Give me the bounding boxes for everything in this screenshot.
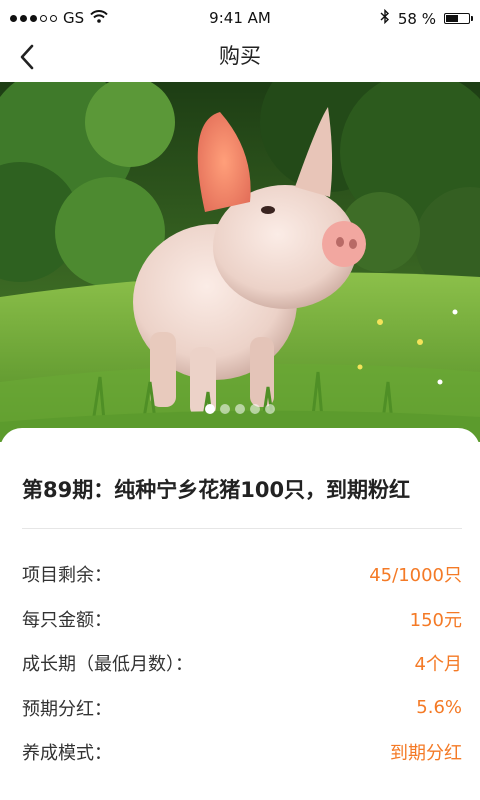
detail-label: 预期分红： bbox=[22, 698, 112, 720]
pig-photo bbox=[0, 82, 480, 442]
page-title: 购买 bbox=[219, 44, 261, 68]
detail-row-remaining: 项目剩余： 45/1000只 bbox=[22, 552, 462, 597]
detail-label: 每只金额： bbox=[22, 609, 112, 631]
carousel-dot[interactable] bbox=[220, 404, 230, 414]
product-image-carousel[interactable] bbox=[0, 82, 480, 442]
product-details-list: 项目剩余： 45/1000只 每只金额： 150元 成长期（最低月数）： 4个月… bbox=[22, 552, 462, 775]
detail-value: 4个月 bbox=[414, 654, 462, 676]
bluetooth-icon bbox=[380, 8, 390, 28]
carousel-dot[interactable] bbox=[250, 404, 260, 414]
carousel-indicator bbox=[0, 404, 480, 414]
detail-value: 到期分红 bbox=[390, 743, 462, 765]
battery-level bbox=[446, 15, 459, 22]
battery-percent: 58 % bbox=[397, 9, 436, 28]
product-title: 第89期：纯种宁乡花猪100只，到期粉红 bbox=[22, 478, 411, 502]
status-bar: GS 9:41 AM 58 % bbox=[0, 0, 480, 36]
detail-label: 成长期（最低月数）： bbox=[22, 654, 193, 676]
carousel-dot-active[interactable] bbox=[205, 404, 215, 414]
battery-icon bbox=[444, 13, 473, 24]
carousel-dot[interactable] bbox=[235, 404, 245, 414]
status-right: 58 % bbox=[380, 8, 473, 28]
product-card: 第89期：纯种宁乡花猪100只，到期粉红 项目剩余： 45/1000只 每只金额… bbox=[0, 428, 480, 800]
detail-value: 150元 bbox=[409, 609, 462, 631]
detail-value: 5.6% bbox=[416, 697, 462, 719]
detail-value: 45/1000只 bbox=[369, 565, 462, 587]
detail-row-mode: 养成模式： 到期分红 bbox=[22, 730, 462, 775]
divider bbox=[22, 528, 462, 529]
nav-bar: 购买 bbox=[0, 36, 480, 82]
detail-row-growth-period: 成长期（最低月数）： 4个月 bbox=[22, 641, 462, 686]
carousel-dot[interactable] bbox=[265, 404, 275, 414]
detail-row-expected-dividend: 预期分红： 5.6% bbox=[22, 686, 462, 731]
detail-label: 养成模式： bbox=[22, 743, 112, 765]
detail-row-price: 每只金额： 150元 bbox=[22, 597, 462, 642]
detail-label: 项目剩余： bbox=[22, 565, 112, 587]
